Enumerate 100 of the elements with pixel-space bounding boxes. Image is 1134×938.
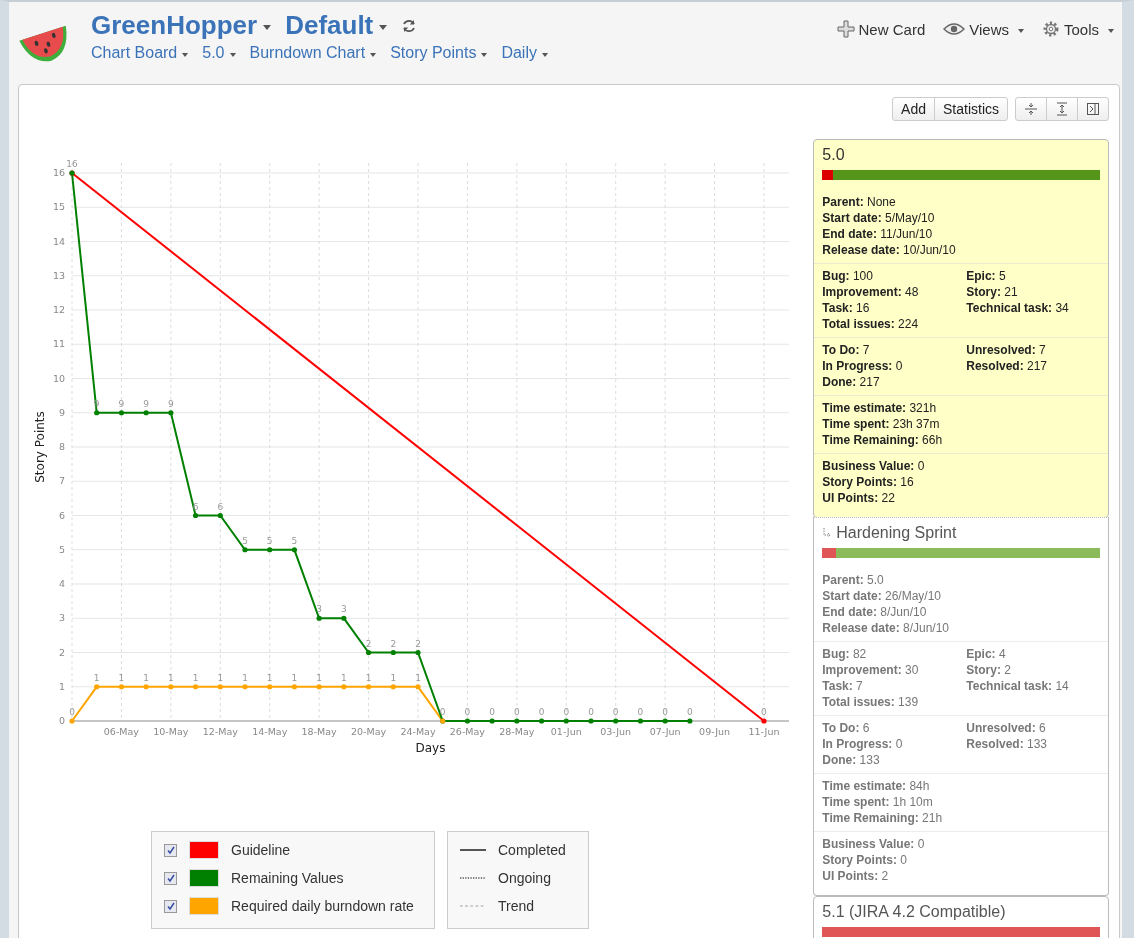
card-field: Unresolved: 7 <box>966 342 1047 358</box>
data-point <box>267 547 273 553</box>
nav-dropdown[interactable]: Burndown Chart <box>249 44 377 62</box>
y-tick-label: 11 <box>52 338 65 350</box>
card-field: To Do: 6 <box>822 720 967 736</box>
data-point <box>761 718 767 724</box>
version-card[interactable] <box>813 139 1109 518</box>
plus-icon <box>836 20 855 38</box>
data-point <box>118 410 125 416</box>
data-point <box>94 410 100 416</box>
y-tick-label: 15 <box>52 201 65 213</box>
x-tick-label: 28-May <box>499 726 535 737</box>
data-point <box>143 410 149 416</box>
x-tick-label: 06-May <box>103 726 139 737</box>
card-field: Time estimate: 84h <box>822 778 967 794</box>
data-point <box>94 684 100 690</box>
data-point <box>192 512 199 519</box>
toolbar-button[interactable]: Add <box>892 97 935 121</box>
nav-dropdown[interactable]: Daily <box>501 44 548 62</box>
data-label: 0 <box>514 707 520 717</box>
data-label: 2 <box>390 638 397 649</box>
data-label: 9 <box>143 398 149 409</box>
data-point <box>588 718 594 724</box>
data-point <box>316 615 322 621</box>
line-style-sample <box>460 903 486 909</box>
data-label: 2 <box>365 638 372 649</box>
nav-dropdown[interactable]: Story Points <box>390 44 488 62</box>
x-tick-label: 12-May <box>202 726 238 737</box>
nav-dropdown[interactable]: 5.0 <box>202 44 236 62</box>
data-label: 0 <box>439 707 446 717</box>
card-field: Total issues: 224 <box>822 316 967 332</box>
toolbar-button[interactable]: Statistics <box>934 97 1008 121</box>
card-field: Time Remaining: 66h <box>822 432 967 448</box>
data-label: 1 <box>341 672 347 683</box>
data-label: 0 <box>612 707 619 717</box>
data-label: 3 <box>316 604 322 615</box>
data-label: 1 <box>365 672 372 683</box>
data-point <box>341 615 347 621</box>
card-field: Resolved: 133 <box>966 736 1047 752</box>
data-label: 6 <box>217 501 224 512</box>
data-label: 9 <box>93 398 100 409</box>
card-field: Epic: 4 <box>966 646 1069 662</box>
data-point <box>217 684 223 690</box>
legend-checkbox[interactable] <box>164 843 177 857</box>
y-tick-label: 5 <box>58 543 65 555</box>
gear-icon <box>1041 20 1060 38</box>
data-label: 16 <box>66 159 78 169</box>
board-title[interactable]: Default <box>285 10 388 41</box>
x-tick-label: 07-Jun <box>649 726 681 737</box>
data-point <box>192 684 199 690</box>
card-field: Time spent: 23h 37m <box>822 416 967 432</box>
card-field: Epic: 5 <box>966 268 1069 284</box>
expand-icon <box>1055 102 1069 116</box>
legend-checkbox[interactable] <box>164 871 177 885</box>
line-style-sample <box>460 875 486 881</box>
refresh-icon[interactable] <box>401 17 418 34</box>
data-label: 0 <box>464 707 471 717</box>
nav-dropdown[interactable]: Chart Board <box>91 44 189 62</box>
panel-button[interactable] <box>1077 97 1109 121</box>
line-style-sample <box>460 847 486 853</box>
card-field: Resolved: 217 <box>966 358 1047 374</box>
data-label: 0 <box>69 707 75 717</box>
y-tick-label: 12 <box>52 304 65 315</box>
legend-checkbox[interactable] <box>164 899 177 913</box>
header-action[interactable]: Views <box>943 20 1024 38</box>
data-label: 0 <box>538 707 545 717</box>
card-field: Time estimate: 321h <box>822 400 967 416</box>
card-field: End date: 8/Jun/10 <box>822 604 967 620</box>
card-field: Story Points: 0 <box>822 852 967 868</box>
header-action[interactable]: Tools <box>1041 20 1114 38</box>
data-label: 1 <box>242 672 248 683</box>
card-field: To Do: 7 <box>822 342 967 358</box>
card-field: Bug: 82 <box>822 646 967 662</box>
card-field: Improvement: 48 <box>822 284 967 300</box>
data-label: 0 <box>687 707 693 717</box>
x-tick-label: 03-Jun <box>600 726 632 737</box>
data-point <box>118 684 125 690</box>
x-tick-label: 18-May <box>301 726 337 737</box>
data-point <box>341 684 347 690</box>
app-title[interactable]: GreenHopper <box>91 10 272 41</box>
y-axis-title: Story Points <box>33 411 47 483</box>
card-field: Story: 21 <box>966 284 1069 300</box>
y-tick-label: 16 <box>52 167 65 178</box>
data-point <box>415 684 421 690</box>
y-tick-label: 1 <box>58 680 65 692</box>
data-label: 9 <box>168 398 174 409</box>
header-action[interactable]: New Card <box>836 20 926 38</box>
card-title: 5.0 <box>822 146 845 164</box>
data-label: 1 <box>143 672 149 683</box>
card-field: In Progress: 0 <box>822 358 967 374</box>
data-label: 1 <box>415 672 421 683</box>
version-card[interactable]: 5.1 (JIRA 4.2 Compatible) <box>813 896 1109 938</box>
card-field: Total issues: 139 <box>822 694 967 710</box>
data-label: 9 <box>118 398 125 409</box>
data-point <box>415 649 421 656</box>
data-point <box>613 718 619 724</box>
x-tick-label: 11-Jun <box>748 726 780 737</box>
data-point <box>538 718 545 724</box>
data-point <box>390 649 396 656</box>
data-point <box>464 718 470 724</box>
